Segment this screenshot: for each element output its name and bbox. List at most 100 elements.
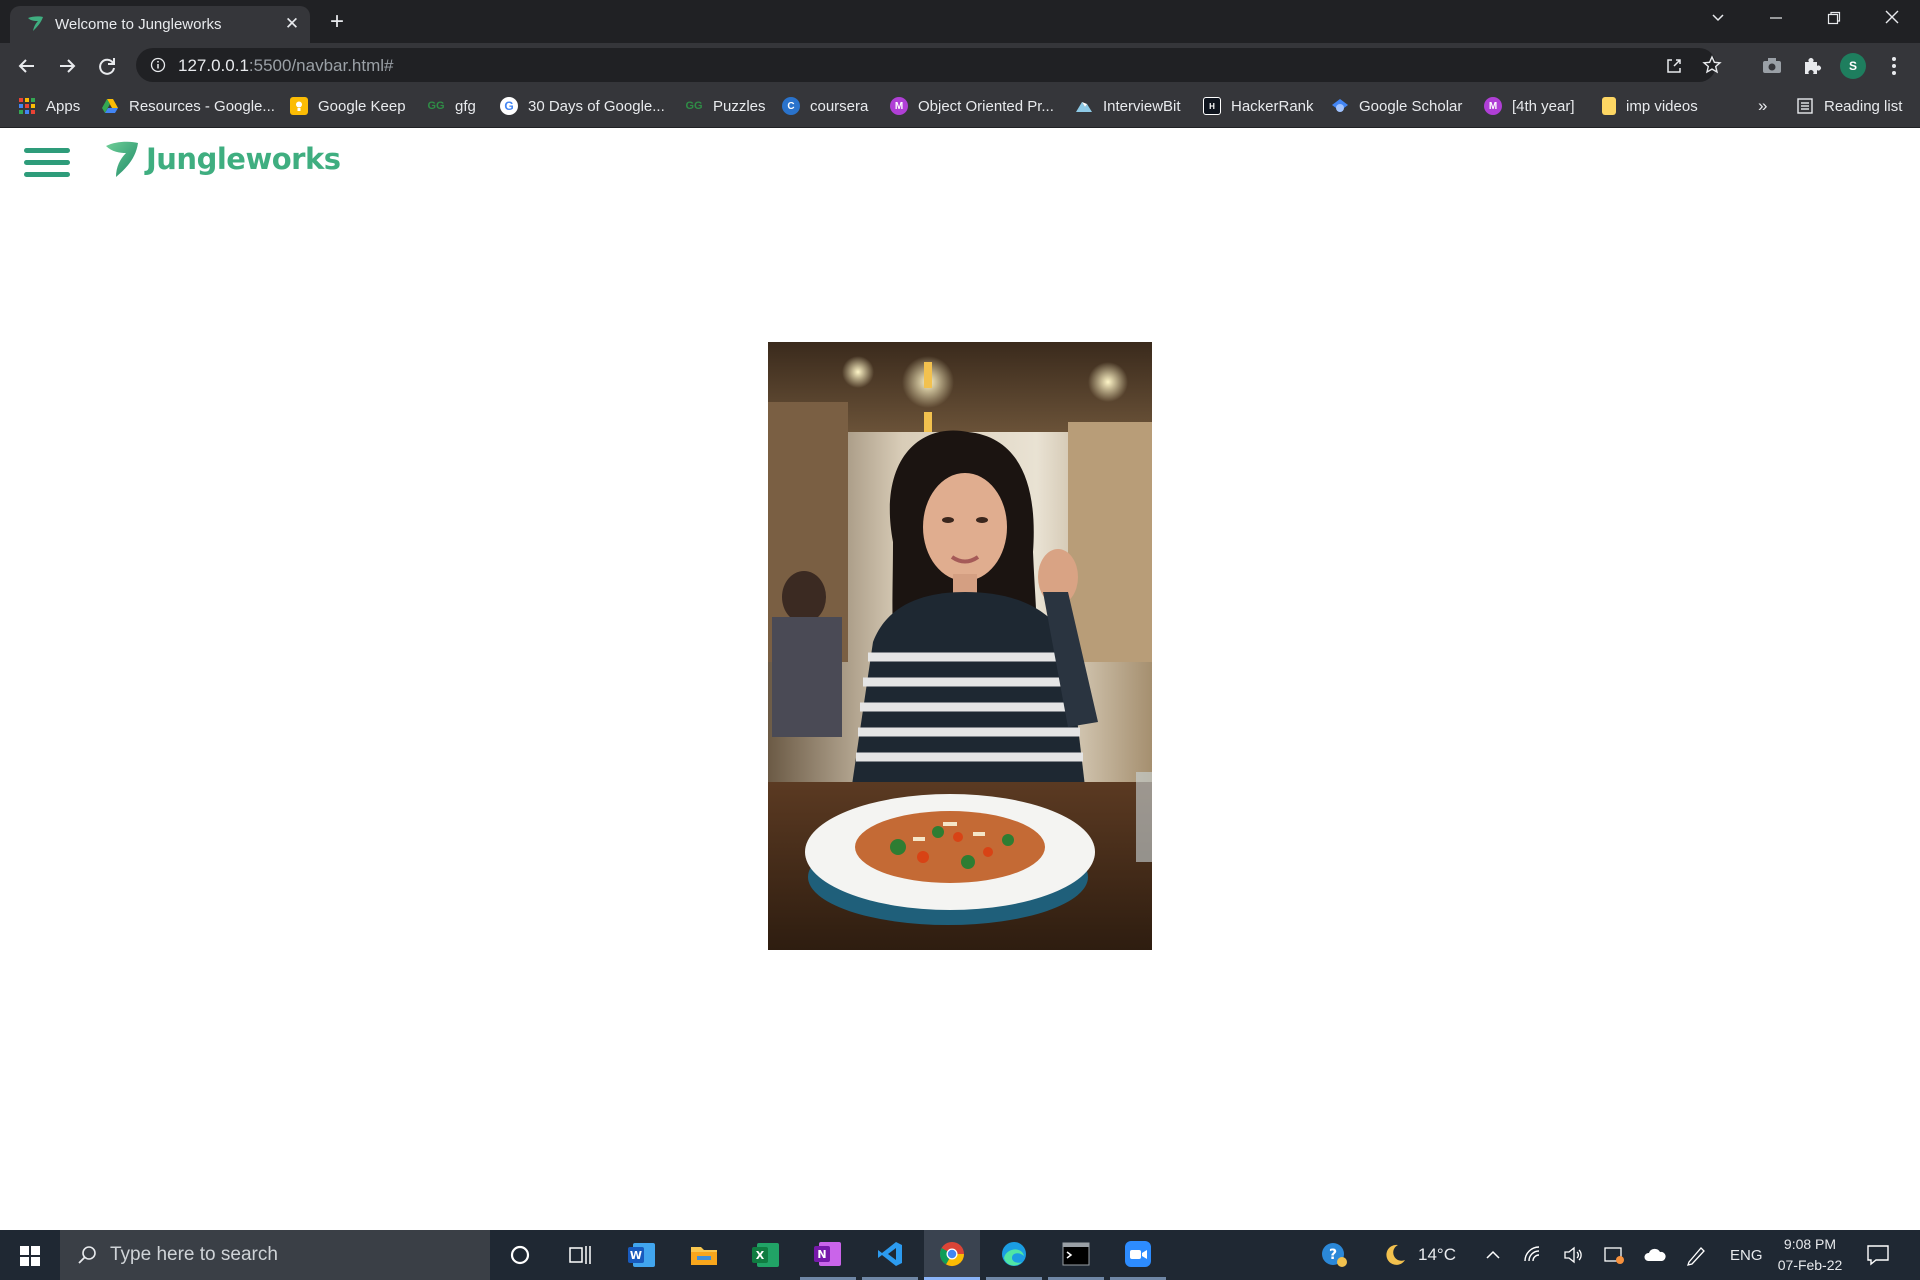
chrome-menu-icon[interactable] xyxy=(1882,54,1906,78)
meet-now-icon[interactable] xyxy=(1603,1230,1625,1280)
hamburger-bar xyxy=(24,160,70,165)
close-window-icon[interactable] xyxy=(1864,0,1920,40)
bookmark-resources[interactable]: Resources - Google... xyxy=(101,87,275,125)
windows-start-icon[interactable] xyxy=(0,1230,60,1280)
address-bar[interactable]: 127.0.0.1:5500/navbar.html# xyxy=(136,48,1722,82)
show-hidden-icons-chevron-icon[interactable] xyxy=(1484,1230,1502,1280)
medium-m-icon: M xyxy=(1484,97,1502,115)
bookmarks-overflow-chevron[interactable]: » xyxy=(1758,87,1767,125)
onedrive-cloud-icon[interactable] xyxy=(1643,1230,1667,1280)
profile-photo xyxy=(768,342,1152,950)
hamburger-menu-icon[interactable] xyxy=(24,148,70,184)
excel-app-icon[interactable]: X xyxy=(738,1230,794,1280)
google-scholar-icon xyxy=(1331,97,1349,115)
url-host: 127.0.0.1 xyxy=(178,56,249,75)
taskbar-search-box[interactable]: Type here to search xyxy=(60,1230,490,1280)
bookmark-label: HackerRank xyxy=(1231,97,1314,115)
tab-search-chevron-icon[interactable] xyxy=(1690,0,1746,40)
google-icon: G xyxy=(500,97,518,115)
bookmark-label: Object Oriented Pr... xyxy=(918,97,1054,115)
bookmark-google-keep[interactable]: Google Keep xyxy=(290,87,406,125)
bookmark-label: Apps xyxy=(46,97,81,115)
google-keep-icon xyxy=(290,97,308,115)
browser-tab[interactable]: Welcome to Jungleworks ✕ xyxy=(10,6,310,43)
folder-icon xyxy=(1602,97,1616,115)
onenote-app-icon[interactable]: N xyxy=(800,1230,856,1280)
system-clock[interactable]: 9:08 PM 07-Feb-22 xyxy=(1760,1234,1860,1276)
brand-logo[interactable]: Jungleworks xyxy=(104,138,341,180)
clock-time: 9:08 PM xyxy=(1783,1236,1837,1252)
help-icon[interactable]: ? xyxy=(1320,1230,1348,1280)
site-info-icon[interactable] xyxy=(150,57,166,73)
moon-weather-icon xyxy=(1386,1244,1405,1265)
bookmark-imp-videos[interactable]: imp videos xyxy=(1602,87,1698,125)
vscode-app-icon[interactable] xyxy=(862,1230,918,1280)
bookmark-label: Puzzles xyxy=(713,97,766,115)
wifi-icon[interactable] xyxy=(1523,1230,1545,1280)
tab-title: Welcome to Jungleworks xyxy=(55,16,222,33)
reload-icon[interactable] xyxy=(92,51,122,81)
browser-tab-strip: Welcome to Jungleworks ✕ + xyxy=(0,0,1920,43)
pen-workspace-icon[interactable] xyxy=(1685,1230,1707,1280)
restore-icon[interactable] xyxy=(1806,0,1862,40)
bookmarks-bar: Apps Resources - Google... Google Keep G… xyxy=(0,87,1920,128)
bookmark-hackerrank[interactable]: H HackerRank xyxy=(1203,87,1314,125)
url-text[interactable]: 127.0.0.1:5500/navbar.html# xyxy=(178,56,394,76)
share-icon[interactable] xyxy=(1664,56,1684,76)
jungleworks-leaf-icon xyxy=(106,141,138,177)
zoom-app-icon[interactable] xyxy=(1110,1230,1166,1280)
coursera-icon: C xyxy=(782,97,800,115)
input-language-indicator[interactable]: ENG xyxy=(1730,1230,1763,1280)
bookmark-label: imp videos xyxy=(1626,97,1698,115)
reading-list-button[interactable]: Reading list xyxy=(1796,87,1902,125)
notifications-icon[interactable] xyxy=(1866,1230,1890,1280)
bookmark-4th-year[interactable]: M [4th year] xyxy=(1484,87,1575,125)
new-tab-icon[interactable]: + xyxy=(322,8,352,36)
bookmark-star-icon[interactable] xyxy=(1702,55,1722,75)
bookmark-object-oriented[interactable]: M Object Oriented Pr... xyxy=(890,87,1054,125)
hamburger-bar xyxy=(24,172,70,177)
word-app-icon[interactable]: W xyxy=(614,1230,670,1280)
bookmark-gfg[interactable]: GG gfg xyxy=(427,87,476,125)
weather-widget[interactable]: 14°C xyxy=(1382,1230,1456,1280)
apps-grid-icon xyxy=(18,97,36,115)
hackerrank-icon: H xyxy=(1203,97,1221,115)
bookmark-apps[interactable]: Apps xyxy=(18,87,80,125)
bookmark-label: 30 Days of Google... xyxy=(528,97,665,115)
search-placeholder: Type here to search xyxy=(110,1244,278,1265)
gfg-icon: GG xyxy=(685,100,703,112)
tab-close-icon[interactable]: ✕ xyxy=(280,12,304,36)
hamburger-bar xyxy=(24,148,70,153)
search-icon xyxy=(78,1246,96,1264)
bookmark-label: gfg xyxy=(455,97,476,115)
bookmark-coursera[interactable]: C coursera xyxy=(782,87,868,125)
bookmark-label: [4th year] xyxy=(1512,97,1575,115)
bookmark-puzzles[interactable]: GG Puzzles xyxy=(685,87,766,125)
profile-avatar[interactable]: S xyxy=(1840,53,1866,79)
cortana-icon[interactable] xyxy=(492,1230,548,1280)
bookmark-label: Resources - Google... xyxy=(129,97,275,115)
google-drive-icon xyxy=(101,97,119,115)
medium-m-icon: M xyxy=(890,97,908,115)
camera-extension-icon[interactable] xyxy=(1760,54,1784,78)
minimize-icon[interactable] xyxy=(1748,0,1804,40)
back-arrow-icon[interactable] xyxy=(12,51,42,81)
task-view-icon[interactable] xyxy=(552,1230,608,1280)
bookmark-interviewbit[interactable]: InterviewBit xyxy=(1075,87,1181,125)
bookmark-30-days-google[interactable]: G 30 Days of Google... xyxy=(500,87,665,125)
file-explorer-icon[interactable] xyxy=(676,1230,732,1280)
gfg-icon: GG xyxy=(427,100,445,112)
svg-text:N: N xyxy=(817,1248,826,1261)
terminal-app-icon[interactable] xyxy=(1048,1230,1104,1280)
bookmark-label: coursera xyxy=(810,97,869,115)
web-page: Jungleworks xyxy=(0,128,1920,1230)
chrome-app-icon[interactable] xyxy=(924,1230,980,1280)
bookmark-google-scholar[interactable]: Google Scholar xyxy=(1331,87,1462,125)
forward-arrow-icon[interactable] xyxy=(52,51,82,81)
extensions-puzzle-icon[interactable] xyxy=(1800,54,1824,78)
svg-text:?: ? xyxy=(1329,1247,1337,1263)
volume-icon[interactable] xyxy=(1563,1230,1585,1280)
bookmark-label: Google Scholar xyxy=(1359,97,1463,115)
edge-app-icon[interactable] xyxy=(986,1230,1042,1280)
weather-temperature: 14°C xyxy=(1418,1245,1456,1264)
